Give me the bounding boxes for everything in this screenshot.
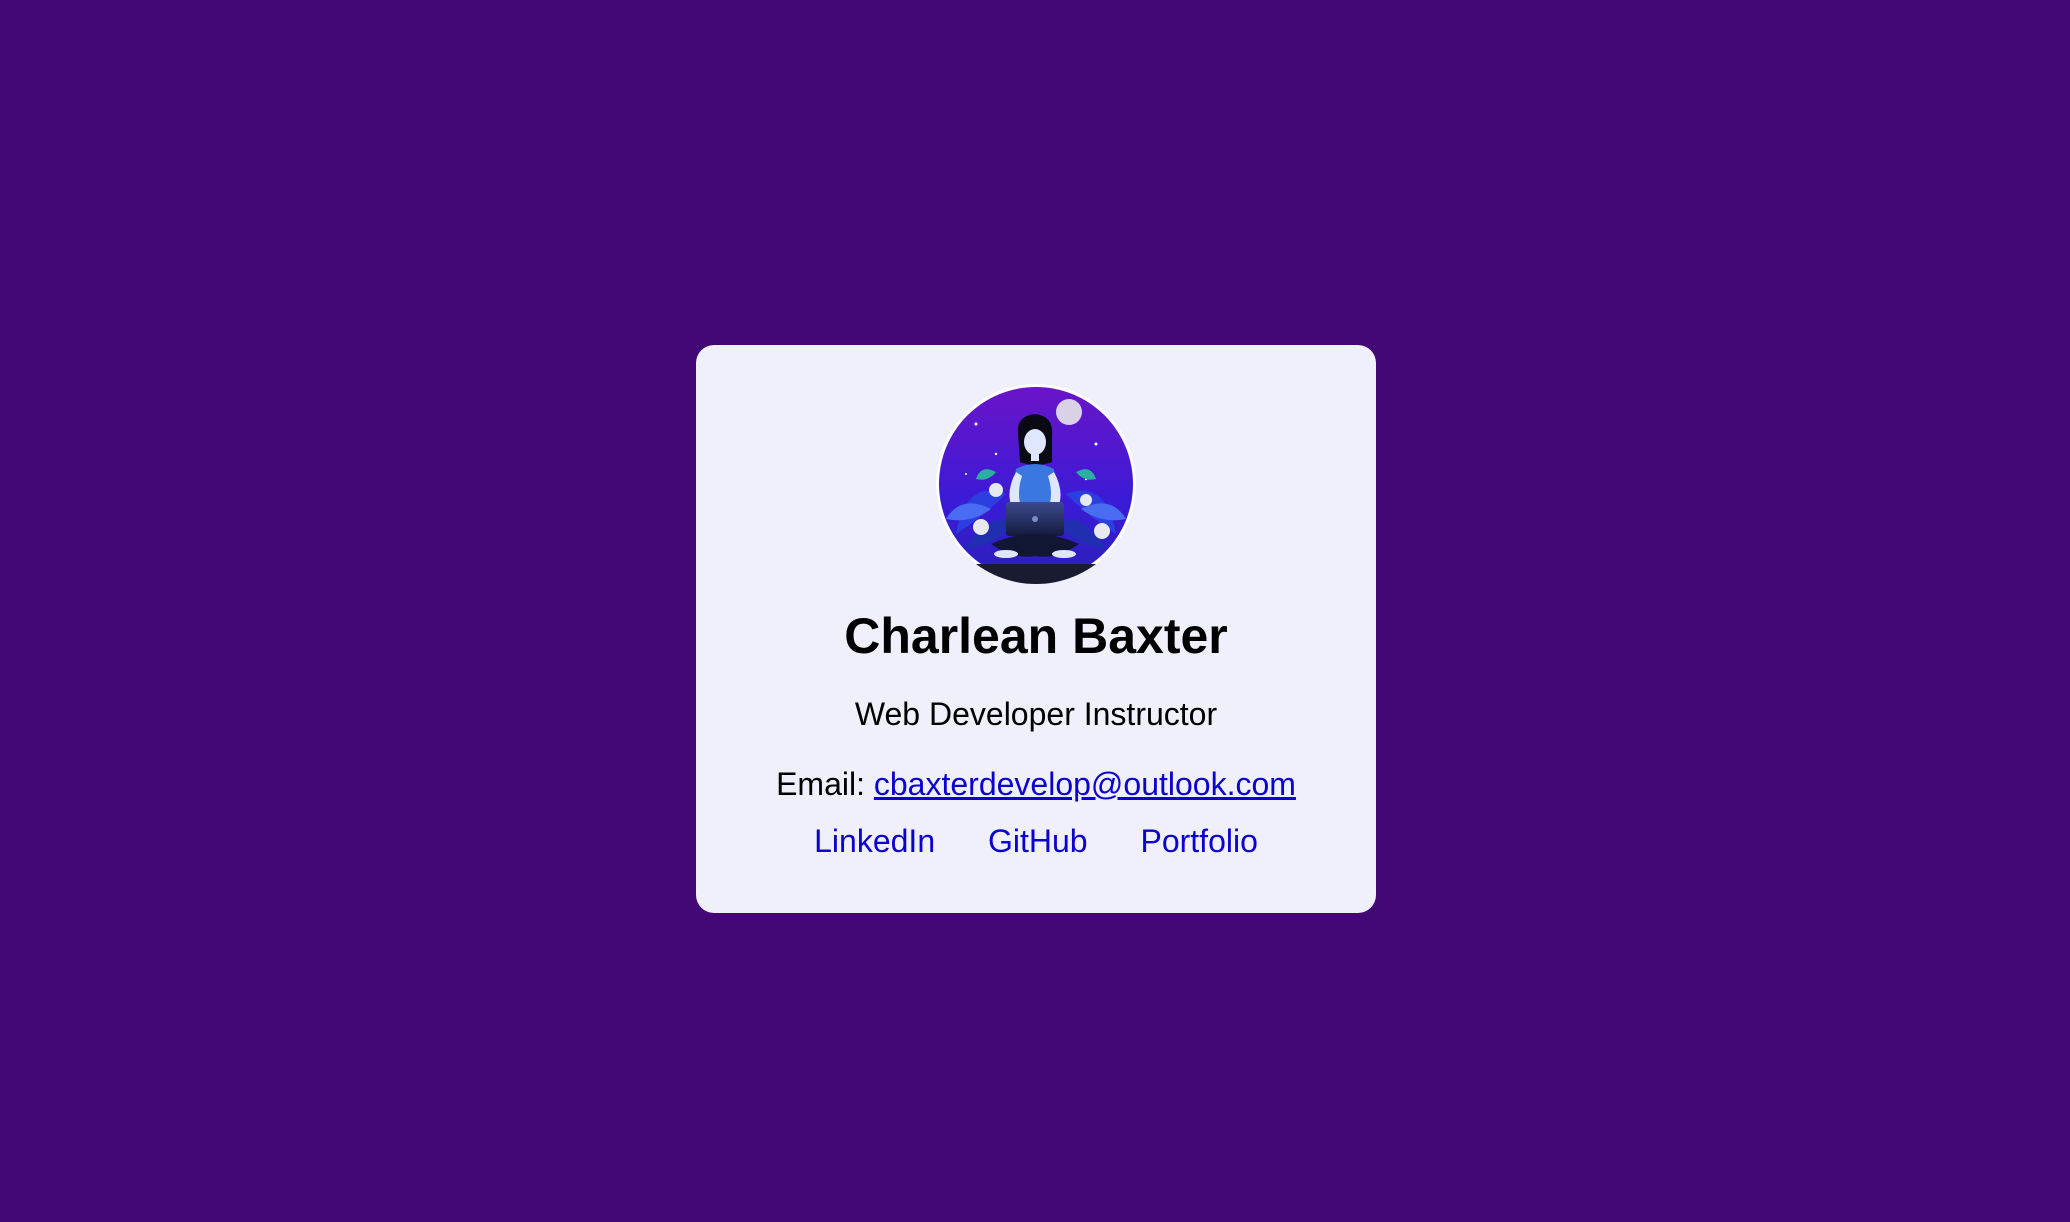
profile-role: Web Developer Instructor (854, 696, 1218, 732)
social-links: LinkedIn GitHub Portfolio (696, 823, 1376, 859)
profile-card: Charlean Baxter Web Developer Instructor… (696, 345, 1376, 913)
avatar (936, 384, 1136, 584)
email-line: Email: cbaxterdevelop@outlook.com (696, 766, 1376, 802)
profile-name: Charlean Baxter (844, 608, 1228, 664)
linkedin-link[interactable]: LinkedIn (814, 823, 935, 859)
email-link[interactable]: cbaxterdevelop@outlook.com (874, 766, 1296, 802)
email-label: Email: (776, 766, 865, 802)
portfolio-link[interactable]: Portfolio (1140, 823, 1257, 859)
github-link[interactable]: GitHub (988, 823, 1088, 859)
meditating-developer-icon (936, 384, 1136, 584)
